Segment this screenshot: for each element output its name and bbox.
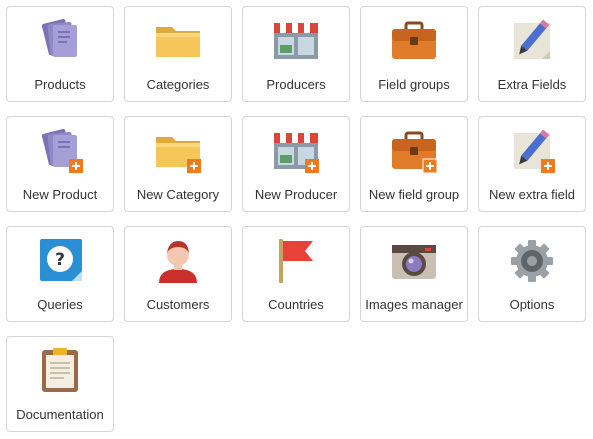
svg-text:?: ? bbox=[55, 250, 65, 270]
images-manager-label: Images manager bbox=[365, 297, 463, 312]
new-product-label: New Product bbox=[22, 187, 98, 202]
new-producer-tile[interactable]: New Producer bbox=[242, 116, 350, 212]
customers-label: Customers bbox=[146, 297, 210, 312]
folder-icon bbox=[151, 15, 205, 67]
store-add-icon bbox=[269, 125, 323, 177]
products-icon bbox=[33, 15, 87, 67]
options-label: Options bbox=[509, 297, 555, 312]
documentation-label: Documentation bbox=[16, 407, 104, 422]
pencil-note-add-icon bbox=[505, 125, 559, 177]
queries-tile[interactable]: ? Queries bbox=[6, 226, 114, 322]
new-extra-field-tile[interactable]: New extra field bbox=[478, 116, 586, 212]
customers-tile[interactable]: Customers bbox=[124, 226, 232, 322]
extra-fields-tile[interactable]: Extra Fields bbox=[478, 6, 586, 102]
store-icon bbox=[269, 15, 323, 67]
extra-fields-label: Extra Fields bbox=[497, 77, 567, 92]
briefcase-icon bbox=[387, 15, 441, 67]
products-tile[interactable]: Products bbox=[6, 6, 114, 102]
flag-icon bbox=[269, 235, 323, 287]
new-category-tile[interactable]: New Category bbox=[124, 116, 232, 212]
new-product-tile[interactable]: New Product bbox=[6, 116, 114, 212]
products-add-icon bbox=[33, 125, 87, 177]
products-label: Products bbox=[34, 77, 86, 92]
gear-icon bbox=[505, 235, 559, 287]
options-tile[interactable]: Options bbox=[478, 226, 586, 322]
field-groups-label: Field groups bbox=[378, 77, 450, 92]
categories-tile[interactable]: Categories bbox=[124, 6, 232, 102]
new-producer-label: New Producer bbox=[254, 187, 338, 202]
queries-label: Queries bbox=[37, 297, 83, 312]
clipboard-icon bbox=[33, 345, 87, 397]
customer-icon bbox=[151, 235, 205, 287]
question-icon: ? bbox=[33, 235, 87, 287]
briefcase-add-icon bbox=[387, 125, 441, 177]
folder-add-icon bbox=[151, 125, 205, 177]
pencil-note-icon bbox=[505, 15, 559, 67]
new-field-group-tile[interactable]: New field group bbox=[360, 116, 468, 212]
images-manager-tile[interactable]: Images manager bbox=[360, 226, 468, 322]
new-field-group-label: New field group bbox=[368, 187, 460, 202]
countries-tile[interactable]: Countries bbox=[242, 226, 350, 322]
producers-tile[interactable]: Producers bbox=[242, 6, 350, 102]
dashboard-grid: Products Categories Producers Field grou… bbox=[0, 0, 593, 439]
producers-label: Producers bbox=[266, 77, 326, 92]
camera-icon bbox=[387, 235, 441, 287]
new-category-label: New Category bbox=[136, 187, 220, 202]
countries-label: Countries bbox=[268, 297, 324, 312]
field-groups-tile[interactable]: Field groups bbox=[360, 6, 468, 102]
new-extra-field-label: New extra field bbox=[489, 187, 575, 202]
documentation-tile[interactable]: Documentation bbox=[6, 336, 114, 432]
categories-label: Categories bbox=[146, 77, 210, 92]
